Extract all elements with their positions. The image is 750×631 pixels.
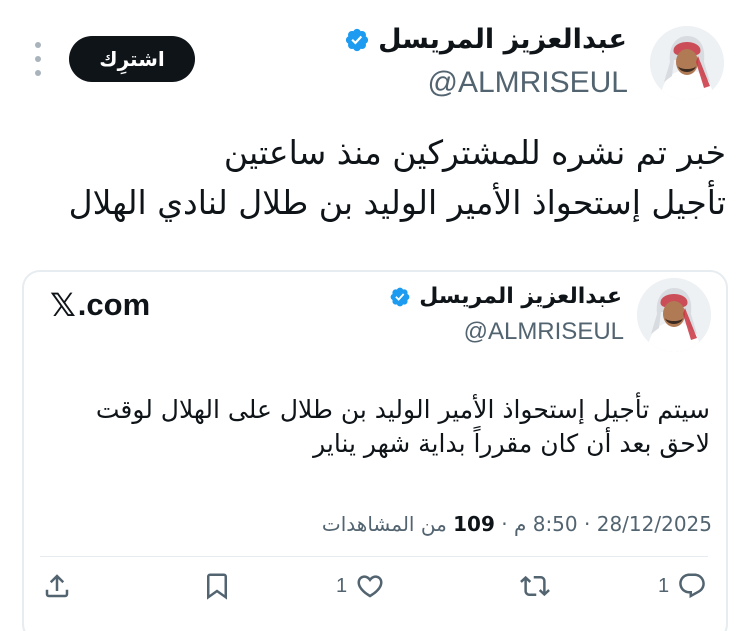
author-name-row[interactable]: عبدالعزيز المريسل [344, 24, 627, 55]
divider [40, 556, 708, 557]
reply-icon [679, 573, 705, 599]
tweet-text: خبر تم نشره للمشتركين منذ ساعتين تأجيل إ… [26, 128, 726, 228]
dot [35, 56, 41, 62]
action-bar: 1 1 [38, 566, 714, 606]
quoted-author-avatar[interactable] [637, 278, 711, 352]
tweet-meta: 28/12/2025 · 8:50 م · 109 من المشاهدات [322, 512, 712, 536]
retweet-button[interactable] [520, 566, 558, 606]
bookmark-button[interactable] [202, 566, 240, 606]
dot [35, 70, 41, 76]
quoted-author-handle[interactable]: @ALMRISEUL [464, 318, 624, 346]
verified-icon [346, 28, 369, 51]
tweet-text-line: خبر تم نشره للمشتركين منذ ساعتين [223, 133, 726, 172]
like-count: 1 [336, 574, 348, 597]
tweet-time[interactable]: 8:50 م [514, 512, 578, 536]
avatar-image [637, 278, 711, 352]
tweet-date[interactable]: 28/12/2025 [597, 512, 712, 536]
author-handle[interactable]: @ALMRISEUL [427, 66, 628, 100]
like-button[interactable]: 1 [336, 566, 385, 606]
quoted-author-name-row[interactable]: عبدالعزيز المريسل [389, 284, 622, 309]
more-options-icon[interactable] [32, 42, 44, 76]
meta-separator: · [501, 512, 508, 536]
meta-separator: · [584, 512, 591, 536]
views-count: 109 [453, 512, 495, 536]
author-name: عبدالعزيز المريسل [378, 24, 627, 55]
x-logo-icon: 𝕏 [50, 286, 76, 324]
retweet-icon [520, 575, 550, 597]
verified-icon [390, 287, 410, 306]
quoted-text-line: لاحق بعد أن كان مقرراً بداية شهر يناير [313, 429, 710, 458]
quoted-author-name: عبدالعزيز المريسل [419, 284, 622, 309]
subscribe-button[interactable]: اشترِك [69, 36, 195, 82]
avatar-image [650, 26, 724, 100]
reply-button[interactable]: 1 [658, 566, 707, 606]
dot [35, 42, 41, 48]
quoted-text-line: سيتم تأجيل إستحواذ الأمير الوليد بن طلال… [95, 395, 710, 424]
author-avatar[interactable] [650, 26, 724, 100]
like-icon [357, 575, 383, 598]
views-label: من المشاهدات [321, 512, 447, 536]
source-label: 𝕏 .com [50, 286, 150, 324]
tweet-text-line: تأجيل إستحواذ الأمير الوليد بن طلال لناد… [68, 183, 726, 222]
quoted-tweet-text: سيتم تأجيل إستحواذ الأمير الوليد بن طلال… [50, 393, 710, 461]
bookmark-icon [207, 573, 227, 600]
source-domain: .com [77, 287, 151, 322]
share-icon [45, 574, 69, 598]
reply-count: 1 [658, 574, 670, 597]
share-button[interactable] [42, 566, 80, 606]
